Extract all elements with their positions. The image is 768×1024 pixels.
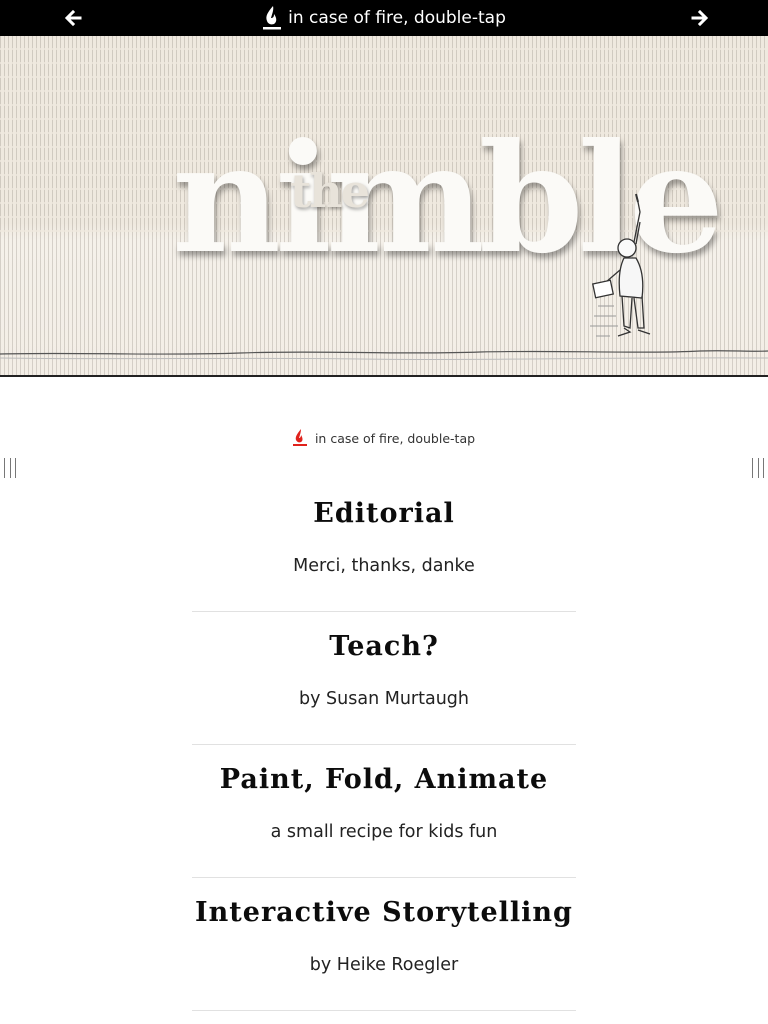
nimble-logo: nimble the [172, 124, 724, 284]
fire-notice[interactable]: in case of fire, double-tap [0, 428, 768, 448]
next-button[interactable] [688, 6, 712, 30]
article-item[interactable]: Editorial Merci, thanks, danke [192, 480, 576, 612]
article-item[interactable]: Interactive Storytelling by Heike Roegle… [192, 879, 576, 1011]
logo-the-text: the [290, 164, 370, 218]
article-title: Interactive Storytelling [195, 897, 573, 928]
fire-notice-text: in case of fire, double-tap [314, 430, 476, 446]
article-subtitle: by Heike Roegler [309, 955, 459, 975]
article-subtitle: by Susan Murtaugh [299, 689, 469, 709]
right-drag-handle[interactable] [752, 458, 764, 478]
article-item[interactable]: Teach? by Susan Murtaugh [192, 613, 576, 745]
article-title: Paint, Fold, Animate [219, 764, 549, 795]
article-item[interactable]: Paint, Fold, Animate a small recipe for … [192, 746, 576, 878]
left-drag-handle[interactable] [4, 458, 16, 478]
flame-icon [262, 5, 282, 31]
masthead-banner: nimble the [0, 36, 768, 376]
article-subtitle: Merci, thanks, danke [293, 556, 475, 576]
arrow-right-icon [691, 9, 709, 27]
ground-line [0, 350, 768, 361]
top-toolbar: in case of fire, double-tap [0, 0, 768, 36]
article-title: Teach? [329, 631, 439, 662]
article-subtitle: a small recipe for kids fun [270, 822, 498, 842]
article-title: Editorial [313, 498, 455, 529]
flame-icon [292, 429, 307, 447]
article-list: Editorial Merci, thanks, danke Teach? by… [192, 480, 576, 1011]
toolbar-title-text: in case of fire, double-tap [288, 8, 506, 28]
toolbar-title[interactable]: in case of fire, double-tap [0, 0, 768, 36]
